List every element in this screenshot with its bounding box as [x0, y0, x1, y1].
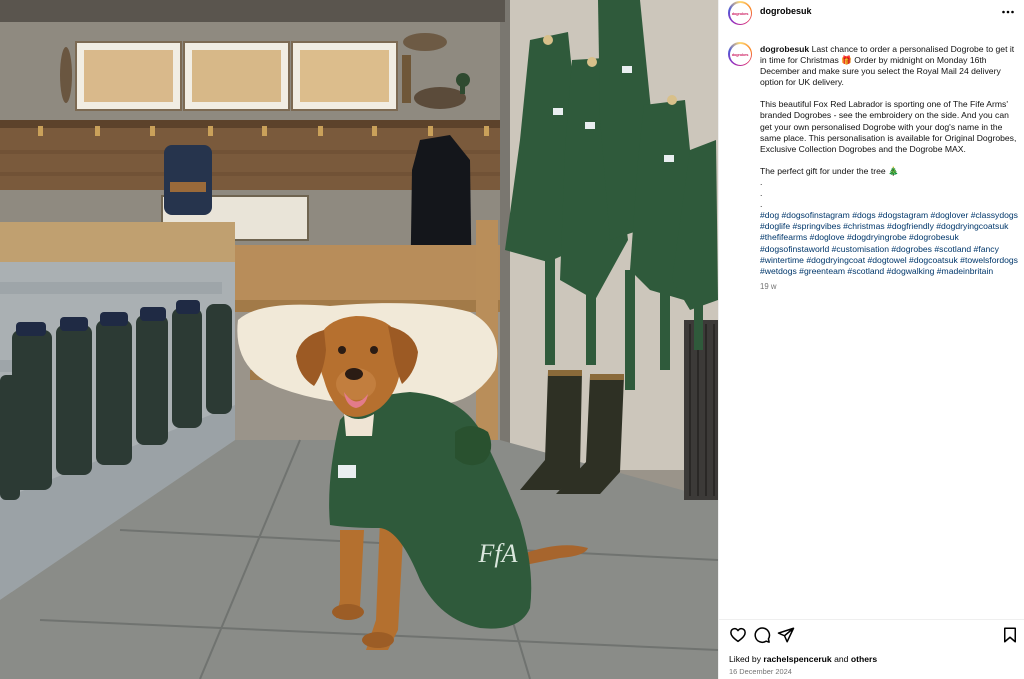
- caption-hashtags[interactable]: #dog #dogsofinstagram #dogs #dogstagram …: [760, 210, 1022, 277]
- caption-text-3: The perfect gift for under the tree 🎄: [760, 165, 899, 176]
- author-avatar[interactable]: dogrobes: [728, 1, 752, 25]
- post-actions: [719, 626, 1024, 646]
- comment-icon[interactable]: [753, 626, 771, 644]
- post-photo-illustration: FfA: [0, 0, 718, 679]
- caption-dot-3: .: [760, 199, 763, 210]
- bookmark-icon[interactable]: [1001, 626, 1019, 644]
- actions-divider: [719, 619, 1024, 620]
- caption-text-2: This beautiful Fox Red Labrador is sport…: [760, 99, 1017, 154]
- post-date[interactable]: 16 December 2024: [729, 667, 792, 676]
- more-options-icon[interactable]: [1001, 5, 1015, 19]
- caption-dot-2: .: [760, 188, 763, 199]
- caption-dot-1: .: [760, 176, 763, 187]
- caption-username[interactable]: dogrobesuk: [760, 44, 809, 54]
- post-photo[interactable]: FfA: [0, 0, 718, 679]
- likes-summary: Liked by rachelspenceruk and others: [729, 654, 878, 664]
- post-time-ago[interactable]: 19 w: [760, 281, 1022, 292]
- author-username[interactable]: dogrobesuk: [760, 6, 812, 16]
- embroidery-text: FfA: [478, 539, 518, 568]
- liked-by-others[interactable]: others: [851, 654, 877, 664]
- share-icon[interactable]: [777, 626, 795, 644]
- caption-avatar[interactable]: dogrobes: [728, 42, 752, 66]
- liked-by-user[interactable]: rachelspenceruk: [763, 654, 831, 664]
- post-caption: dogrobesuk Last chance to order a person…: [760, 44, 1022, 292]
- post-side-panel: dogrobes dogrobesuk dogrobes dogrobesuk …: [718, 0, 1024, 679]
- post-header: dogrobes dogrobesuk: [719, 0, 1024, 25]
- heart-icon[interactable]: [729, 626, 747, 644]
